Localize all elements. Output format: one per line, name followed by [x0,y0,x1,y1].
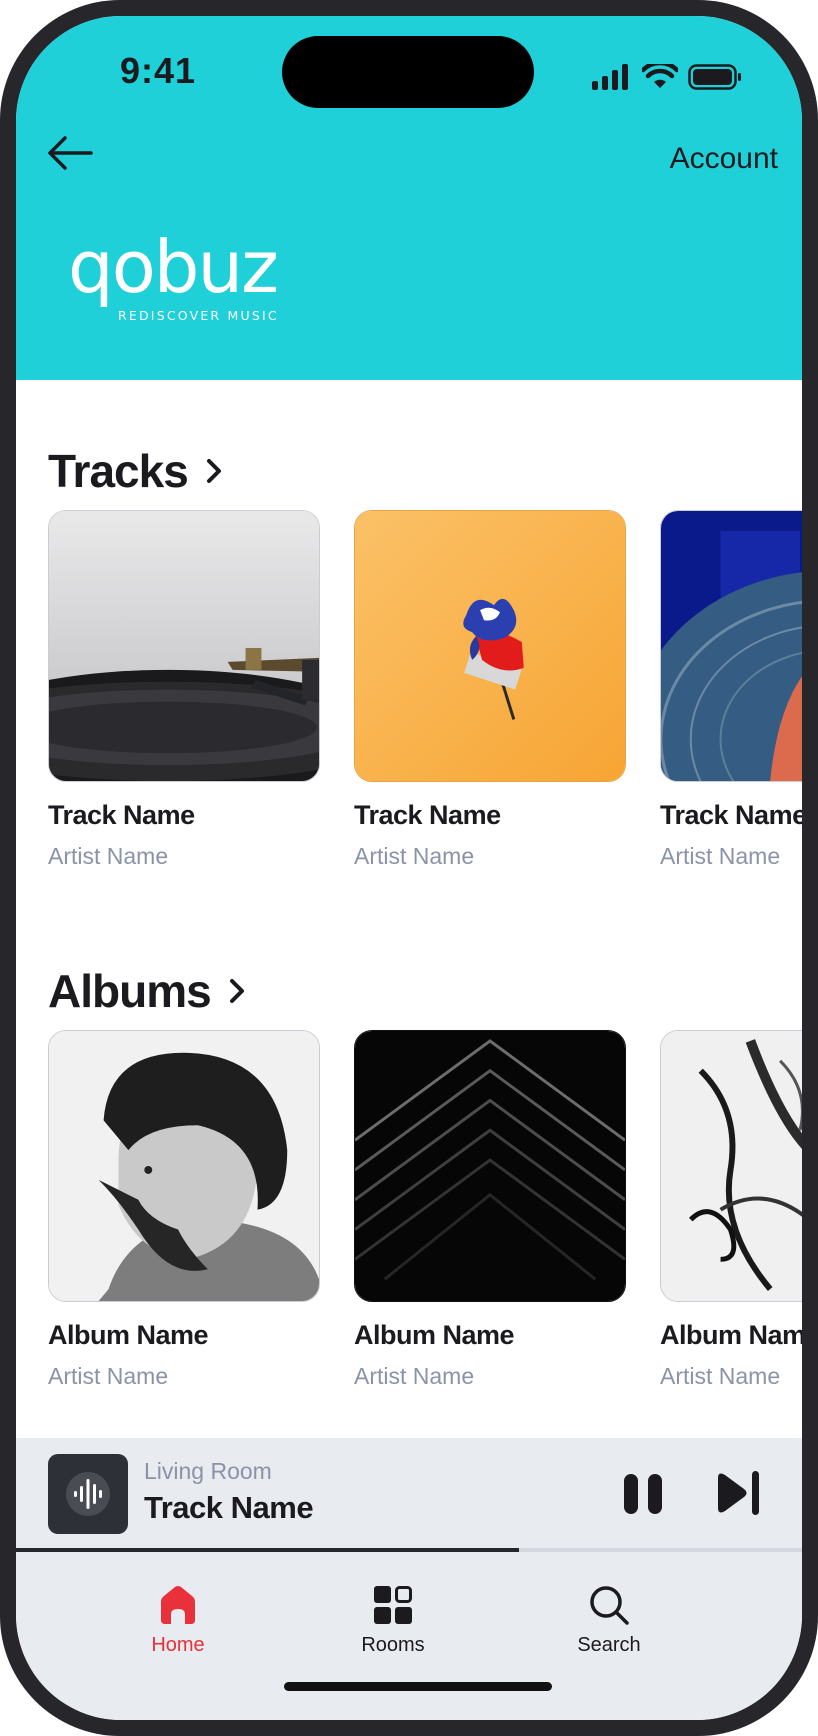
status-icons [592,60,742,94]
mini-player[interactable]: Living Room Track Name [16,1438,802,1550]
track-artist: Artist Name [660,843,781,869]
rooms-grid-icon [374,1586,412,1624]
track-artist: Artist Name [354,843,475,869]
tab-search[interactable]: Search [529,1584,689,1657]
soundwave-icon [66,1472,110,1516]
logo-wordmark: qobuz [68,230,277,309]
chevron-right-icon [206,459,221,483]
account-link[interactable]: Account [670,142,778,176]
album-artwork [48,1030,320,1302]
tab-label: Search [577,1634,641,1656]
album-title: Album Name [660,1320,802,1350]
player-artwork [48,1454,128,1534]
status-time: 9:41 [120,50,197,91]
home-icon [161,1586,195,1624]
album-artist: Artist Name [354,1363,475,1389]
track-card[interactable]: Track Name Artist Name [48,510,320,870]
album-card[interactable]: Album Name Artist Name [660,1030,802,1390]
search-icon [590,1586,629,1625]
track-title: Track Name [660,800,802,830]
album-artist: Artist Name [48,1363,169,1389]
tracks-title: Tracks [48,445,189,497]
album-artist: Artist Name [660,1363,781,1389]
player-track: Track Name [144,1490,314,1525]
header: 9:41 Account qobuz REDISCOVER MUSIC [16,16,802,380]
home-indicator [284,1682,552,1691]
cellular-signal-icon [592,64,628,90]
player-room: Living Room [144,1458,272,1484]
album-title: Album Name [354,1320,515,1350]
dynamic-island [282,36,534,108]
tab-home[interactable]: Home [98,1584,258,1657]
tab-bar: Home Rooms Search [16,1552,802,1720]
track-artwork [354,510,626,782]
phone-frame: 9:41 Account qobuz REDISCOVER MUSIC Trac… [0,0,818,1736]
track-card[interactable]: Track Name Artist Name [660,510,802,870]
track-artwork [660,510,802,782]
albums-title: Albums [48,965,212,1017]
wifi-icon [642,64,678,88]
tab-label: Rooms [361,1634,425,1656]
track-artwork [48,510,320,782]
track-artist: Artist Name [48,843,169,869]
screen: 9:41 Account qobuz REDISCOVER MUSIC Trac… [16,16,802,1720]
skip-next-icon[interactable] [714,1468,762,1518]
track-card[interactable]: Track Name Artist Name [354,510,626,870]
album-artwork [354,1030,626,1302]
tracks-carousel[interactable]: Track Name Artist Name Track Name Artist… [48,510,802,870]
track-title: Track Name [48,800,195,830]
battery-icon [688,64,741,90]
album-card[interactable]: Album Name Artist Name [48,1030,320,1390]
back-button[interactable] [40,128,100,178]
arrow-left-icon [48,136,93,170]
logo-tagline: REDISCOVER MUSIC [118,308,279,323]
tracks-section-header[interactable]: Tracks [48,444,222,498]
track-title: Track Name [354,800,501,830]
tab-rooms[interactable]: Rooms [313,1584,473,1657]
album-title: Album Name [48,1320,209,1350]
tab-label: Home [151,1634,205,1656]
qobuz-logo: qobuz REDISCOVER MUSIC [68,230,279,323]
chevron-right-icon [229,979,244,1003]
album-artwork [660,1030,802,1302]
pause-icon[interactable] [622,1470,666,1518]
albums-carousel[interactable]: Album Name Artist Name Album Name Artist… [48,1030,802,1390]
albums-section-header[interactable]: Albums [48,964,245,1018]
album-card[interactable]: Album Name Artist Name [354,1030,626,1390]
